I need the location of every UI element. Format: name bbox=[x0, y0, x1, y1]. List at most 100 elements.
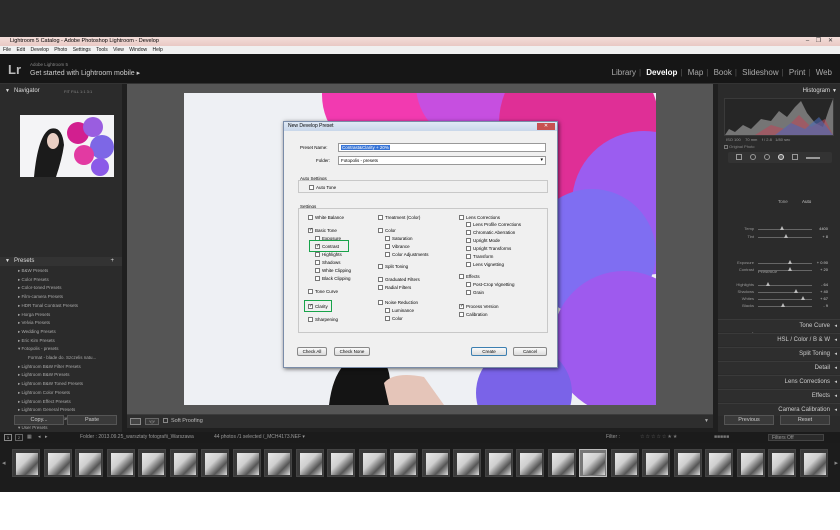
setting-checkbox[interactable] bbox=[385, 244, 390, 249]
check-none-button[interactable]: Check None bbox=[334, 347, 370, 356]
setting-checkbox[interactable] bbox=[466, 230, 471, 235]
setting-checkbox[interactable] bbox=[385, 252, 390, 257]
slider-knob-icon[interactable] bbox=[788, 267, 793, 271]
setting-checkbox[interactable] bbox=[378, 285, 383, 290]
histogram-chart[interactable] bbox=[724, 98, 834, 136]
menu-settings[interactable]: Settings bbox=[73, 47, 91, 53]
filmstrip-thumbnail[interactable] bbox=[516, 449, 544, 477]
preset-item[interactable]: Format - blade do. Szczelis natu... bbox=[28, 355, 96, 360]
navigator-header[interactable]: ▼ Navigator FIT FILL 1:1 3:1 bbox=[0, 87, 122, 96]
slider-row[interactable]: Contrast + 20 bbox=[718, 267, 840, 273]
dialog-close-icon[interactable]: ✕ bbox=[537, 123, 555, 130]
slider-row[interactable]: Whites + 67 bbox=[718, 296, 840, 302]
menu-view[interactable]: View bbox=[113, 47, 124, 53]
filmstrip-thumbnail[interactable] bbox=[768, 449, 796, 477]
filmstrip-thumbnail[interactable] bbox=[43, 449, 72, 477]
forward-arrow-icon[interactable]: ▸ bbox=[45, 432, 48, 443]
check-all-button[interactable]: Check All bbox=[297, 347, 327, 356]
back-arrow-icon[interactable]: ◂ bbox=[38, 432, 41, 443]
setting-checkbox[interactable] bbox=[466, 238, 471, 243]
setting-checkbox[interactable] bbox=[378, 215, 383, 220]
setting-checkbox[interactable] bbox=[466, 222, 471, 227]
minimize-button[interactable]: – bbox=[803, 38, 812, 45]
panel-section-header[interactable]: Lens Corrections ◂ bbox=[718, 375, 840, 388]
preset-item[interactable]: ▸ Lightroom B&W Filter Presets bbox=[18, 364, 81, 370]
filmstrip-right-arrow-icon[interactable]: ▸ bbox=[834, 459, 838, 467]
slider-value[interactable]: 4400 bbox=[808, 226, 828, 231]
cancel-button[interactable]: Cancel bbox=[513, 347, 547, 356]
preset-item[interactable]: ▸ Lightroom B&W Presets bbox=[18, 372, 70, 378]
setting-checkbox[interactable] bbox=[459, 215, 464, 220]
setting-checkbox[interactable] bbox=[466, 282, 471, 287]
preset-item[interactable]: ▸ B&W Presets bbox=[18, 268, 48, 274]
setting-checkbox[interactable] bbox=[378, 277, 383, 282]
presets-header[interactable]: ▼ Presets + bbox=[0, 257, 122, 266]
setting-checkbox[interactable] bbox=[466, 254, 471, 259]
setting-checkbox[interactable] bbox=[315, 268, 320, 273]
preset-item[interactable]: ▸ Horga Presets bbox=[18, 312, 50, 318]
slider-row[interactable]: Temp 4400 bbox=[718, 226, 840, 232]
setting-checkbox[interactable] bbox=[378, 300, 383, 305]
filmstrip-thumbnail[interactable] bbox=[12, 449, 40, 477]
navigator-preview[interactable] bbox=[20, 115, 114, 177]
add-preset-icon[interactable]: + bbox=[110, 257, 114, 266]
soft-proofing-checkbox[interactable] bbox=[163, 418, 168, 423]
slider-value[interactable]: - 64 bbox=[808, 282, 828, 287]
original-photo-checkbox[interactable] bbox=[724, 144, 728, 149]
slider-value[interactable]: - 9 bbox=[808, 303, 828, 308]
panel-section-header[interactable]: Tone Curve ◂ bbox=[718, 319, 840, 332]
filmstrip-left-arrow-icon[interactable]: ◂ bbox=[2, 459, 6, 467]
filmstrip-thumbnail[interactable] bbox=[421, 449, 450, 477]
filmstrip-thumbnail[interactable] bbox=[264, 449, 292, 477]
preset-item[interactable]: ▾ Fotopolis - presets bbox=[18, 346, 59, 352]
setting-checkbox[interactable] bbox=[459, 274, 464, 279]
filmstrip-thumbnail[interactable] bbox=[799, 449, 828, 477]
preset-item[interactable]: ▸ HDR Tonal Contrast Presets bbox=[18, 303, 78, 309]
slider-value[interactable]: + 67 bbox=[808, 296, 828, 301]
module-develop[interactable]: Develop bbox=[646, 68, 677, 77]
zoom-options[interactable]: FIT FILL 1:1 3:1 bbox=[64, 87, 92, 96]
preset-item[interactable]: ▸ Lightroom General Presets bbox=[18, 407, 75, 413]
filmstrip-thumbnail[interactable] bbox=[736, 449, 765, 477]
preset-item[interactable]: ▸ Color Presets bbox=[18, 277, 49, 283]
panel-section-header[interactable]: Split Toning ◂ bbox=[718, 347, 840, 360]
slider-knob-icon[interactable] bbox=[793, 289, 798, 293]
preset-item[interactable]: ▸ Lightroom Effect Presets bbox=[18, 399, 71, 405]
module-web[interactable]: Web bbox=[816, 68, 832, 77]
setting-checkbox[interactable] bbox=[466, 246, 471, 251]
filmstrip-thumbnail[interactable] bbox=[106, 449, 135, 477]
filmstrip-thumbnail[interactable] bbox=[327, 449, 355, 477]
setting-checkbox[interactable] bbox=[385, 236, 390, 241]
filmstrip-thumbnail[interactable] bbox=[547, 449, 576, 477]
slider-value[interactable]: + 8 bbox=[808, 234, 828, 239]
preset-item[interactable]: ▸ Velvia Presets bbox=[18, 320, 50, 326]
setting-checkbox[interactable] bbox=[378, 228, 383, 233]
previous-button[interactable]: Previous bbox=[724, 415, 774, 425]
filmstrip-thumbnail[interactable] bbox=[75, 449, 103, 477]
preset-item[interactable]: ▸ Eric Kim Presets bbox=[18, 338, 55, 344]
setting-checkbox[interactable] bbox=[466, 290, 471, 295]
slider-value[interactable]: + 40 bbox=[808, 289, 828, 294]
photo-count[interactable]: 44 photos /1 selected /_MCH4173.NEF ▾ bbox=[214, 432, 305, 443]
preset-item[interactable]: ▸ Lightroom B&W Toned Presets bbox=[18, 381, 83, 387]
slider-knob-icon[interactable] bbox=[800, 296, 805, 300]
setting-checkbox[interactable] bbox=[385, 316, 390, 321]
before-after-icon[interactable]: Y|Y bbox=[145, 418, 159, 425]
slider-track[interactable] bbox=[758, 292, 812, 293]
setting-checkbox[interactable] bbox=[308, 227, 313, 233]
grid-view-icon[interactable]: ▦ bbox=[27, 432, 32, 443]
menu-window[interactable]: Window bbox=[129, 47, 147, 53]
filmstrip-thumbnail[interactable] bbox=[453, 449, 481, 477]
setting-checkbox[interactable] bbox=[308, 289, 313, 294]
maximize-button[interactable]: ❐ bbox=[814, 38, 823, 45]
auto-tone-checkbox[interactable] bbox=[309, 185, 314, 190]
folder-path[interactable]: Folder : 2013.09.25_warsztaty fotografii… bbox=[80, 432, 194, 443]
panel-section-header[interactable]: Detail ◂ bbox=[718, 361, 840, 374]
menu-tools[interactable]: Tools bbox=[96, 47, 108, 53]
auto-tone-button[interactable]: Auto bbox=[802, 199, 811, 204]
mobile-link[interactable]: Get started with Lightroom mobile ▸ bbox=[30, 69, 140, 77]
menu-develop[interactable]: Develop bbox=[30, 47, 48, 53]
filmstrip-thumbnail[interactable] bbox=[358, 449, 387, 477]
adjustment-brush-icon[interactable] bbox=[806, 157, 820, 159]
spot-removal-icon[interactable] bbox=[750, 154, 756, 160]
